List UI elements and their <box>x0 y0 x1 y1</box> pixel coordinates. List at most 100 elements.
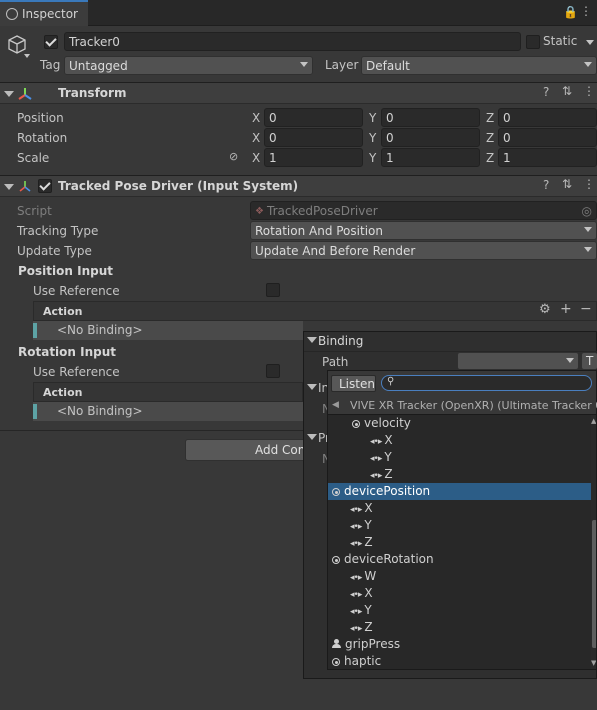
script-file-icon: ❖ <box>255 206 264 217</box>
transform-header[interactable]: Transform ? ⇅ ⋮ <box>0 82 597 104</box>
scale-y-field[interactable]: 1 <box>381 148 480 167</box>
axis-z-label: Z <box>486 131 495 145</box>
tracked-pose-driver-header[interactable]: Tracked Pose Driver (Input System) ? ⇅ ⋮ <box>0 175 597 197</box>
tree-item-label: W <box>364 569 377 583</box>
update-type-dropdown[interactable]: Update And Before Render <box>250 241 597 260</box>
transform-title: Transform <box>58 86 127 100</box>
component-enabled-checkbox[interactable] <box>38 179 52 193</box>
tag-dropdown[interactable]: Untagged <box>64 56 313 75</box>
tree-item-label: gripPress <box>345 637 401 651</box>
rotation-z-field[interactable]: 0 <box>498 128 597 147</box>
tracking-type-label: Tracking Type <box>17 224 99 238</box>
lock-icon[interactable]: 🔒 <box>563 5 578 19</box>
cube-icon <box>6 34 28 56</box>
more-menu-icon[interactable]: ⋮ <box>580 4 592 18</box>
tag-label: Tag <box>40 58 61 72</box>
position-z-field[interactable]: 0 <box>498 108 597 127</box>
tree-item-velocity-x[interactable]: ◂•▸ X <box>328 432 591 449</box>
tree-item-devicerotation-y[interactable]: ◂•▸ Y <box>328 602 591 619</box>
tree-item-velocity[interactable]: velocity <box>328 415 591 432</box>
divider <box>0 430 303 431</box>
back-arrow-icon[interactable]: ◀ <box>332 400 339 410</box>
help-icon[interactable]: ? <box>543 178 549 192</box>
info-icon <box>6 8 18 20</box>
action-header-label: Action <box>43 386 83 399</box>
update-type-value: Update And Before Render <box>255 244 416 258</box>
transform-axes-icon <box>17 86 33 102</box>
rotation-y-field[interactable]: 0 <box>381 128 480 147</box>
scrollbar-thumb[interactable] <box>592 520 596 648</box>
tree-item-label: deviceRotation <box>344 552 434 566</box>
search-input[interactable]: ⚲ <box>381 375 592 391</box>
control-icon <box>332 488 340 496</box>
position-binding-row[interactable]: <No Binding> <box>33 321 303 340</box>
scrollbar-track[interactable]: ▲ ▼ <box>591 415 596 669</box>
binding-marker <box>33 404 37 419</box>
chevron-down-icon <box>300 62 308 67</box>
fold-arrow-icon[interactable] <box>4 184 14 190</box>
position-action-header: Action ⚙ + − <box>33 301 597 321</box>
constrain-proportions-icon[interactable]: ⊘ <box>229 150 238 163</box>
object-name-field[interactable]: Tracker0 <box>64 32 521 51</box>
listen-label: Listen <box>339 377 375 391</box>
axis-z-label: Z <box>486 111 495 125</box>
tree-item-label: Z <box>364 535 373 549</box>
tree-item-devicerotation-x[interactable]: ◂•▸ X <box>328 585 591 602</box>
static-dropdown-arrow[interactable] <box>586 40 594 45</box>
gear-icon[interactable]: ⚙ <box>539 302 551 317</box>
scroll-down-icon[interactable]: ▼ <box>591 659 596 667</box>
text-mode-button[interactable]: T <box>581 352 597 370</box>
tpd-title: Tracked Pose Driver (Input System) <box>58 179 299 193</box>
add-binding-icon[interactable]: + <box>560 301 572 317</box>
chevron-down-icon <box>584 227 592 232</box>
help-icon[interactable]: ? <box>543 85 549 99</box>
rotation-label: Rotation <box>17 131 68 145</box>
icon-dropdown-arrow[interactable] <box>24 54 30 58</box>
active-checkbox[interactable] <box>44 35 58 49</box>
scale-x-field[interactable]: 1 <box>264 148 363 167</box>
tree-item-haptic[interactable]: haptic <box>328 653 591 669</box>
tab-bar: Inspector 🔒 ⋮ <box>0 0 597 26</box>
listen-button[interactable]: Listen <box>331 375 376 392</box>
remove-binding-icon[interactable]: − <box>580 301 592 317</box>
tree-item-deviceposition-z[interactable]: ◂•▸ Z <box>328 534 591 551</box>
scroll-up-icon[interactable]: ▲ <box>591 417 596 425</box>
control-icon <box>332 556 340 564</box>
tree-item-devicerotation[interactable]: deviceRotation <box>328 551 591 568</box>
tree-item-devicerotation-z[interactable]: ◂•▸ Z <box>328 619 591 636</box>
tab-inspector[interactable]: Inspector <box>0 0 88 26</box>
presets-icon[interactable]: ⇅ <box>562 177 572 191</box>
fold-arrow-icon[interactable] <box>4 91 14 97</box>
rotation-use-reference-label: Use Reference <box>33 365 120 379</box>
context-menu-icon[interactable]: ⋮ <box>583 84 595 98</box>
presets-icon[interactable]: ⇅ <box>562 84 572 98</box>
axis-z-label: Z <box>486 151 495 165</box>
tree-item-label: X <box>364 501 373 515</box>
static-checkbox[interactable] <box>526 35 540 49</box>
tree-item-deviceposition-x[interactable]: ◂•▸ X <box>328 500 591 517</box>
context-menu-icon[interactable]: ⋮ <box>583 177 595 191</box>
layer-dropdown[interactable]: Default <box>361 56 597 75</box>
position-x-field[interactable]: 0 <box>264 108 363 127</box>
tracking-type-dropdown[interactable]: Rotation And Position <box>250 221 597 240</box>
add-component-button[interactable]: Add Com <box>185 439 309 461</box>
scale-z-field[interactable]: 1 <box>498 148 597 167</box>
rotation-input-heading: Rotation Input <box>18 345 117 359</box>
control-icon <box>352 420 360 428</box>
device-title: VIVE XR Tracker (OpenXR) (Ultimate Track… <box>350 399 597 412</box>
tree-item-velocity-z[interactable]: ◂•▸ Z <box>328 466 591 483</box>
tree-item-deviceposition-y[interactable]: ◂•▸ Y <box>328 517 591 534</box>
rotation-binding-label: <No Binding> <box>57 404 143 418</box>
path-dropdown[interactable] <box>457 352 579 370</box>
fold-arrow-icon[interactable] <box>307 337 317 343</box>
tree-item-grippress[interactable]: gripPress <box>328 636 591 653</box>
position-y-field[interactable]: 0 <box>381 108 480 127</box>
fold-arrow-icon[interactable] <box>307 434 317 440</box>
tree-item-devicerotation-w[interactable]: ◂•▸ W <box>328 568 591 585</box>
fold-arrow-icon[interactable] <box>307 384 317 390</box>
rotation-x-field[interactable]: 0 <box>264 128 363 147</box>
rotation-binding-row[interactable]: <No Binding> <box>33 402 303 421</box>
tree-item-velocity-y[interactable]: ◂•▸ Y <box>328 449 591 466</box>
tree-item-label: Z <box>364 620 373 634</box>
tree-item-deviceposition[interactable]: devicePosition <box>328 483 591 500</box>
